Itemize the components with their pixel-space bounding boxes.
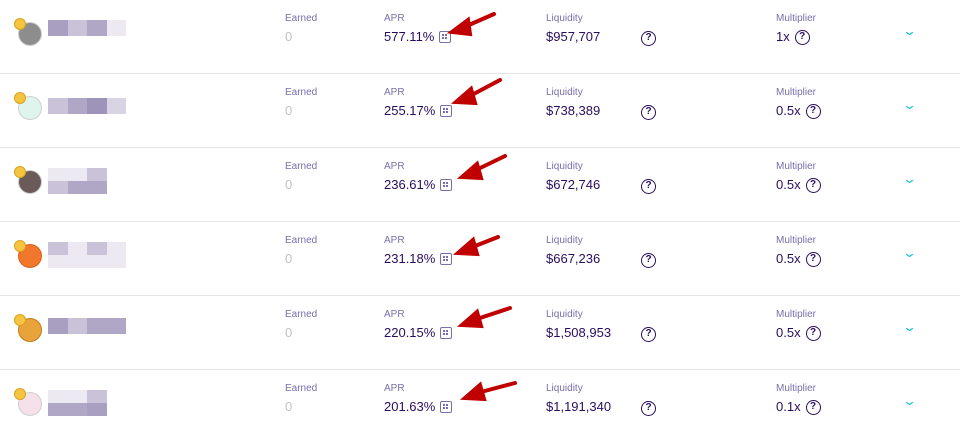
annotation-arrow: [459, 381, 517, 402]
farms-table: Earned 0 APR 577.11% Liquidity $957,707 …: [0, 0, 960, 434]
annotation-arrow: [452, 235, 500, 257]
annotation-arrows: [446, 12, 517, 402]
annotation-arrow: [446, 12, 496, 37]
annotation-arrow: [456, 306, 512, 329]
annotation-arrow: [450, 78, 502, 106]
annotation-arrow: [456, 154, 507, 181]
